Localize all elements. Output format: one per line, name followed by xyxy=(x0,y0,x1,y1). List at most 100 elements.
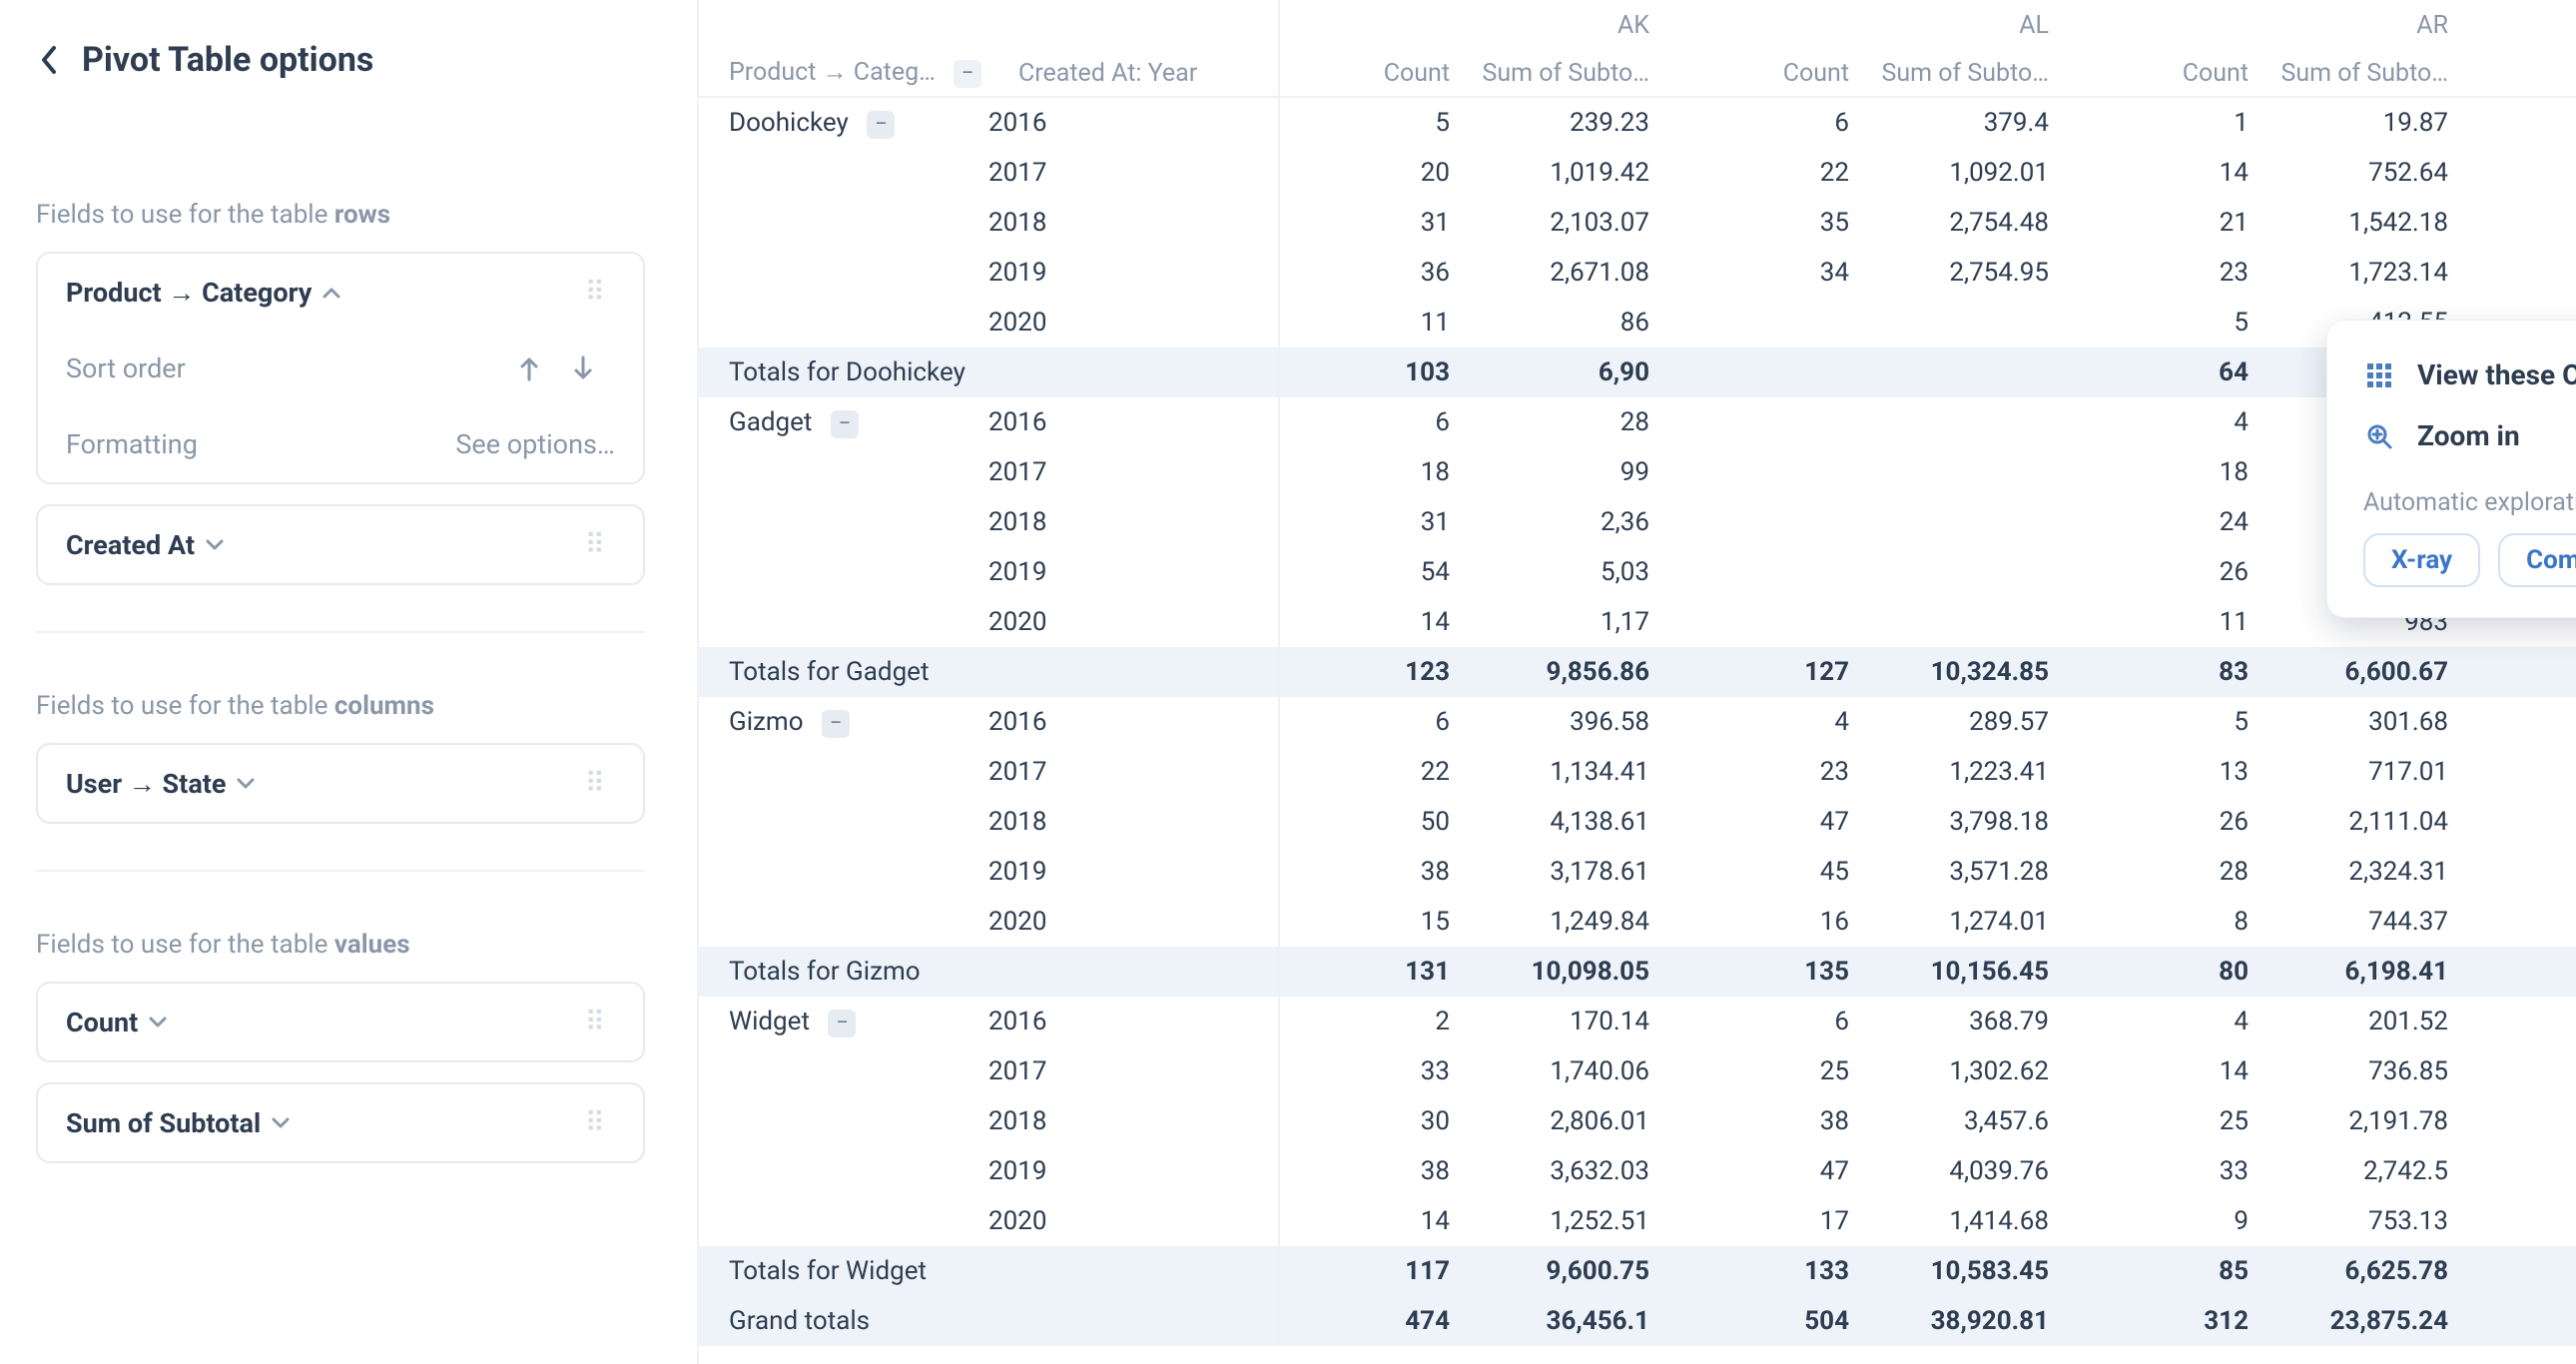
value-cell[interactable]: 753.13 xyxy=(2276,1196,2476,1246)
totals-row[interactable]: Totals for Gizmo13110,098.0513510,156.45… xyxy=(699,947,2576,997)
value-cell[interactable]: 2,103.07 xyxy=(1478,198,1677,248)
value-cell[interactable] xyxy=(2476,747,2576,797)
table-row[interactable]: Widget −20162170.146368.794201.52 xyxy=(699,997,2576,1046)
value-cell[interactable]: 4,039.76 xyxy=(1877,1146,2077,1196)
value-cell[interactable]: 3,798.18 xyxy=(1877,797,2077,847)
row-header-label[interactable]: Created At: Year xyxy=(988,50,1278,98)
view-orders-action[interactable]: View these Orders xyxy=(2357,344,2576,405)
totals-cell[interactable]: 6,625.78 xyxy=(2276,1246,2476,1296)
value-cell[interactable]: 301.68 xyxy=(2276,697,2476,747)
value-cell[interactable] xyxy=(1877,547,2077,597)
value-cell[interactable]: 1,249.84 xyxy=(1478,897,1677,947)
table-row[interactable]: 2019362,671.08342,754.95231,723.14 xyxy=(699,248,2576,298)
value-cell[interactable]: 25 xyxy=(1677,1046,1877,1096)
value-cell[interactable]: 23 xyxy=(1677,747,1877,797)
value-cell[interactable] xyxy=(1877,447,2077,497)
table-row[interactable]: Gadget −20166284132.08 xyxy=(699,397,2576,447)
table-row[interactable]: 2020151,249.84161,274.018744.37 xyxy=(699,897,2576,947)
drag-handle-icon[interactable]: ⠿ xyxy=(584,1006,615,1038)
table-row[interactable]: 202011865412.55 xyxy=(699,298,2576,347)
value-cell[interactable]: 379.4 xyxy=(1877,98,2077,148)
value-cell[interactable]: 2 xyxy=(1278,997,1478,1046)
value-cell[interactable]: 28 xyxy=(1478,397,1677,447)
value-cell[interactable] xyxy=(2476,148,2576,198)
totals-cell[interactable]: 10,156.45 xyxy=(1877,947,2077,997)
collapse-group-icon[interactable]: − xyxy=(867,111,895,139)
value-cell[interactable] xyxy=(1677,397,1877,447)
value-cell[interactable]: 239.23 xyxy=(1478,98,1677,148)
value-cell[interactable] xyxy=(1877,397,2077,447)
totals-cell[interactable] xyxy=(1677,347,1877,397)
row-header-label[interactable]: Product → Categ… − xyxy=(699,50,988,98)
value-cell[interactable] xyxy=(1677,298,1877,347)
totals-cell[interactable]: 6,198.41 xyxy=(2276,947,2476,997)
value-cell[interactable]: 5 xyxy=(1278,98,1478,148)
chevron-down-icon[interactable] xyxy=(148,1016,168,1029)
value-cell[interactable] xyxy=(1877,497,2077,547)
value-cell[interactable]: 35 xyxy=(1677,198,1877,248)
value-cell[interactable]: 1,019.42 xyxy=(1478,148,1677,198)
totals-cell[interactable]: 9,600.75 xyxy=(1478,1246,1677,1296)
value-cell[interactable]: 50 xyxy=(1278,797,1478,847)
value-cell[interactable] xyxy=(2476,1196,2576,1246)
value-cell[interactable]: 38 xyxy=(1278,847,1478,897)
value-cell[interactable]: 4 xyxy=(1677,697,1877,747)
value-cell[interactable] xyxy=(2476,997,2576,1046)
value-cell[interactable]: 22 xyxy=(1278,747,1478,797)
sort-asc-icon[interactable] xyxy=(517,354,541,382)
value-cell[interactable]: 22 xyxy=(1677,148,1877,198)
metric-header[interactable]: Sum of Subto… xyxy=(1877,50,2077,98)
totals-cell[interactable] xyxy=(2476,1246,2576,1296)
value-cell[interactable]: 54 xyxy=(1278,547,1478,597)
table-row[interactable]: 2018312,103.07352,754.48211,542.18 xyxy=(699,198,2576,248)
value-cell[interactable]: 368.79 xyxy=(1877,997,2077,1046)
see-options-link[interactable]: See options… xyxy=(455,428,615,460)
table-row[interactable]: 2018504,138.61473,798.18262,111.04 xyxy=(699,797,2576,847)
collapse-group-icon[interactable]: − xyxy=(831,410,859,438)
value-cell[interactable]: 30 xyxy=(1278,1096,1478,1146)
value-cell[interactable]: 31 xyxy=(1278,198,1478,248)
drag-handle-icon[interactable]: ⠿ xyxy=(584,276,615,309)
grand-totals-cell[interactable]: 504 xyxy=(1677,1296,1877,1346)
value-cell[interactable] xyxy=(2476,1096,2576,1146)
totals-cell[interactable]: 10,324.85 xyxy=(1877,647,2077,697)
value-cell[interactable]: 24 xyxy=(2077,497,2276,547)
value-cell[interactable]: 33 xyxy=(1278,1046,1478,1096)
value-cell[interactable]: 170.14 xyxy=(1478,997,1677,1046)
value-cell[interactable]: 2,742.5 xyxy=(2276,1146,2476,1196)
grand-totals-cell[interactable]: 38,920.81 xyxy=(1877,1296,2077,1346)
totals-cell[interactable]: 6,600.67 xyxy=(2276,647,2476,697)
value-cell[interactable]: 744.37 xyxy=(2276,897,2476,947)
value-cell[interactable] xyxy=(1677,497,1877,547)
table-row[interactable]: 2017221,134.41231,223.4113717.01 xyxy=(699,747,2576,797)
table-row[interactable]: 2017331,740.06251,302.6214736.85 xyxy=(699,1046,2576,1096)
table-row[interactable]: Doohickey −20165239.236379.4119.87 xyxy=(699,98,2576,148)
grand-totals-cell[interactable]: 474 xyxy=(1278,1296,1478,1346)
value-cell[interactable] xyxy=(1677,597,1877,647)
table-row[interactable]: 2018302,806.01383,457.6252,191.78 xyxy=(699,1096,2576,1146)
value-cell[interactable]: 14 xyxy=(2077,148,2276,198)
value-cell[interactable]: 6 xyxy=(1278,397,1478,447)
value-cell[interactable]: 13 xyxy=(2077,747,2276,797)
totals-cell[interactable] xyxy=(1877,347,2077,397)
sort-desc-icon[interactable] xyxy=(571,354,595,382)
cols-field-user-state[interactable]: User → State ⠿ xyxy=(36,743,645,824)
value-cell[interactable]: 1,414.68 xyxy=(1877,1196,2077,1246)
table-row[interactable]: Gizmo −20166396.584289.575301.68 xyxy=(699,697,2576,747)
value-cell[interactable]: 33 xyxy=(2077,1146,2276,1196)
totals-cell[interactable]: 64 xyxy=(2077,347,2276,397)
totals-cell[interactable] xyxy=(2476,947,2576,997)
value-cell[interactable]: 6 xyxy=(1677,997,1877,1046)
value-cell[interactable]: 11 xyxy=(2077,597,2276,647)
value-cell[interactable]: 396.58 xyxy=(1478,697,1677,747)
value-cell[interactable]: 14 xyxy=(2077,1046,2276,1096)
totals-cell[interactable]: 10,098.05 xyxy=(1478,947,1677,997)
chevron-up-icon[interactable] xyxy=(322,286,341,300)
metric-header[interactable]: Count xyxy=(1677,50,1877,98)
value-cell[interactable] xyxy=(2476,198,2576,248)
totals-row[interactable]: Totals for Gadget1239,856.8612710,324.85… xyxy=(699,647,2576,697)
metric-header[interactable]: Count xyxy=(2077,50,2276,98)
table-row[interactable]: 2020141,252.51171,414.689753.13 xyxy=(699,1196,2576,1246)
drag-handle-icon[interactable]: ⠿ xyxy=(584,767,615,800)
value-cell[interactable]: 47 xyxy=(1677,797,1877,847)
